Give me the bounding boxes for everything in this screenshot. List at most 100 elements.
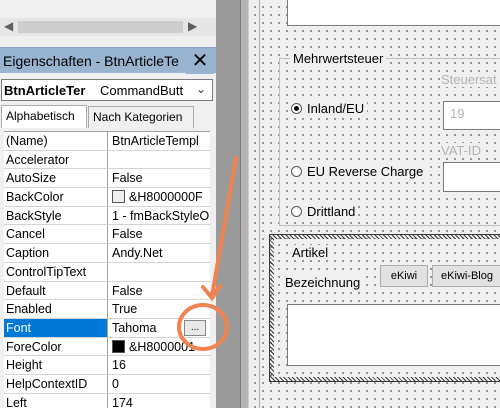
property-value-text: Andy.Net xyxy=(112,246,163,261)
radio-dot xyxy=(291,103,302,114)
ekiwi-button[interactable]: eKiwi xyxy=(380,265,428,287)
property-name: Left xyxy=(4,393,108,408)
chevron-down-icon[interactable]: ⌄ xyxy=(196,82,206,96)
property-name: HelpContextID xyxy=(4,374,108,393)
property-value-text: 0 xyxy=(112,376,119,391)
property-name: ControlTipText xyxy=(4,262,108,281)
radio-label: EU Reverse Charge xyxy=(307,164,424,179)
property-value-text: Tahoma xyxy=(112,320,157,335)
splitter[interactable] xyxy=(216,0,248,408)
vatid-input[interactable] xyxy=(443,162,500,192)
property-row[interactable]: Enabled True xyxy=(4,300,210,319)
property-value-text: True xyxy=(112,302,138,317)
property-name: Cancel xyxy=(4,225,108,244)
object-selector[interactable]: BtnArticleTer CommandButt ⌄ xyxy=(1,79,213,101)
property-name: Height xyxy=(4,356,108,374)
splitter-edge xyxy=(240,0,248,408)
property-row[interactable]: Caption Andy.Net xyxy=(4,244,210,263)
properties-titlebar[interactable]: Eigenschaften - BtnArticleTe ✕ xyxy=(0,47,216,74)
property-row[interactable]: BackStyle 1 - fmBackStyleO xyxy=(4,206,210,226)
property-grid: (Name) BtnArticleTempl Accelerator AutoSize… xyxy=(4,131,210,408)
tab-alphabetisch[interactable]: Alphabetisch xyxy=(1,105,87,128)
properties-title: Eigenschaften - BtnArticleTe xyxy=(3,53,179,69)
property-name: Enabled xyxy=(4,300,108,318)
close-icon[interactable]: ✕ xyxy=(186,48,214,74)
radio-drittland[interactable]: Drittland xyxy=(291,204,359,219)
color-swatch-icon xyxy=(112,190,125,204)
steuersatz-input[interactable]: 19 xyxy=(443,101,500,130)
property-value-text: 174 xyxy=(112,395,133,408)
property-value-text: &H8000001 xyxy=(129,339,196,354)
property-row[interactable]: ControlTipText xyxy=(4,262,210,282)
property-row[interactable]: ForeColor &H8000001 xyxy=(4,337,210,357)
bezeichnung-input[interactable] xyxy=(287,304,500,366)
property-name: Accelerator xyxy=(4,150,108,169)
horizontal-scrollbar[interactable]: ◀ ▶ xyxy=(0,18,216,36)
property-value[interactable]: False xyxy=(109,225,210,243)
property-value-text: False xyxy=(112,227,143,242)
tab-nach-kategorien[interactable]: Nach Kategorien xyxy=(88,106,194,128)
property-name: BackStyle xyxy=(4,206,108,225)
property-row[interactable]: Default False xyxy=(4,281,210,301)
property-row[interactable]: AutoSize False xyxy=(4,169,210,189)
property-row[interactable]: Font Tahoma... xyxy=(4,318,210,338)
property-row[interactable]: Accelerator xyxy=(4,150,210,170)
property-name: Font xyxy=(4,318,108,337)
property-value-text: 16 xyxy=(112,358,126,373)
vatid-label: VAT-ID xyxy=(441,143,481,158)
property-value[interactable]: 0 xyxy=(109,375,210,393)
property-name: ForeColor xyxy=(4,337,108,356)
property-value-text: False xyxy=(112,171,143,186)
property-name: Default xyxy=(4,281,108,300)
property-name: Caption xyxy=(4,244,108,262)
object-name: BtnArticleTer xyxy=(4,83,86,98)
radio-inland-eu[interactable]: Inland/EU xyxy=(291,101,368,116)
property-row[interactable]: Cancel False xyxy=(4,225,210,245)
scrollbar-thumb[interactable] xyxy=(18,21,183,33)
property-name: (Name) xyxy=(4,132,108,150)
property-value[interactable]: &H8000001 xyxy=(109,338,210,356)
frame-mehrwertsteuer-label: Mehrwertsteuer xyxy=(290,51,387,66)
properties-tabs: Nach Kategorien Alphabetisch xyxy=(0,105,216,128)
top-textbox[interactable] xyxy=(287,0,500,26)
property-value[interactable]: True xyxy=(109,300,210,318)
radio-eu-reverse-charge[interactable]: EU Reverse Charge xyxy=(291,164,427,179)
bezeichnung-label: Bezeichnung xyxy=(285,275,361,290)
property-value[interactable]: &H8000000F xyxy=(109,188,210,206)
property-value[interactable]: BtnArticleTempl xyxy=(109,132,210,150)
property-value-text: BtnArticleTempl xyxy=(112,134,199,148)
property-value-text: 1 - fmBackStyleO xyxy=(112,208,210,223)
color-swatch-icon xyxy=(112,339,125,353)
designer-guide xyxy=(259,0,260,408)
property-row[interactable]: Height 16 xyxy=(4,356,210,375)
scroll-left-icon[interactable]: ◀ xyxy=(4,19,13,33)
property-value[interactable]: Andy.Net xyxy=(109,244,210,262)
property-name: BackColor xyxy=(4,188,108,206)
property-value[interactable] xyxy=(109,263,210,281)
property-value[interactable] xyxy=(109,151,210,169)
property-name: AutoSize xyxy=(4,169,108,188)
radio-dot xyxy=(291,206,302,217)
property-value[interactable]: 1 - fmBackStyleO xyxy=(109,207,210,225)
property-row[interactable]: BackColor &H8000000F xyxy=(4,188,210,207)
radio-label: Inland/EU xyxy=(307,101,365,116)
property-value[interactable]: 174 xyxy=(109,394,210,408)
frame-artikel-label: Artikel xyxy=(289,245,332,260)
form-designer: Mehrwertsteuer Steuersat 19 VAT-ID Inlan… xyxy=(248,0,500,408)
steuersatz-label: Steuersat xyxy=(441,72,497,87)
property-row[interactable]: Left 174 xyxy=(4,393,210,408)
property-value-text: &H8000000F xyxy=(129,190,203,205)
property-value-text: False xyxy=(112,283,143,298)
scroll-right-icon[interactable]: ▶ xyxy=(188,19,197,33)
object-type: CommandButt xyxy=(100,83,184,98)
property-value[interactable]: False xyxy=(109,282,210,300)
ekiwi-blog-button[interactable]: eKiwi-Blog xyxy=(432,265,500,287)
font-ellipsis-button[interactable]: ... xyxy=(184,319,206,336)
property-row[interactable]: (Name) BtnArticleTempl xyxy=(4,132,210,151)
property-row[interactable]: HelpContextID 0 xyxy=(4,374,210,394)
radio-label: Drittland xyxy=(307,204,356,219)
properties-panel: ◀ ▶ Eigenschaften - BtnArticleTe ✕ BtnAr… xyxy=(0,0,216,408)
radio-dot xyxy=(291,166,302,177)
property-value[interactable]: False xyxy=(109,169,210,187)
property-value[interactable]: 16 xyxy=(109,356,210,374)
